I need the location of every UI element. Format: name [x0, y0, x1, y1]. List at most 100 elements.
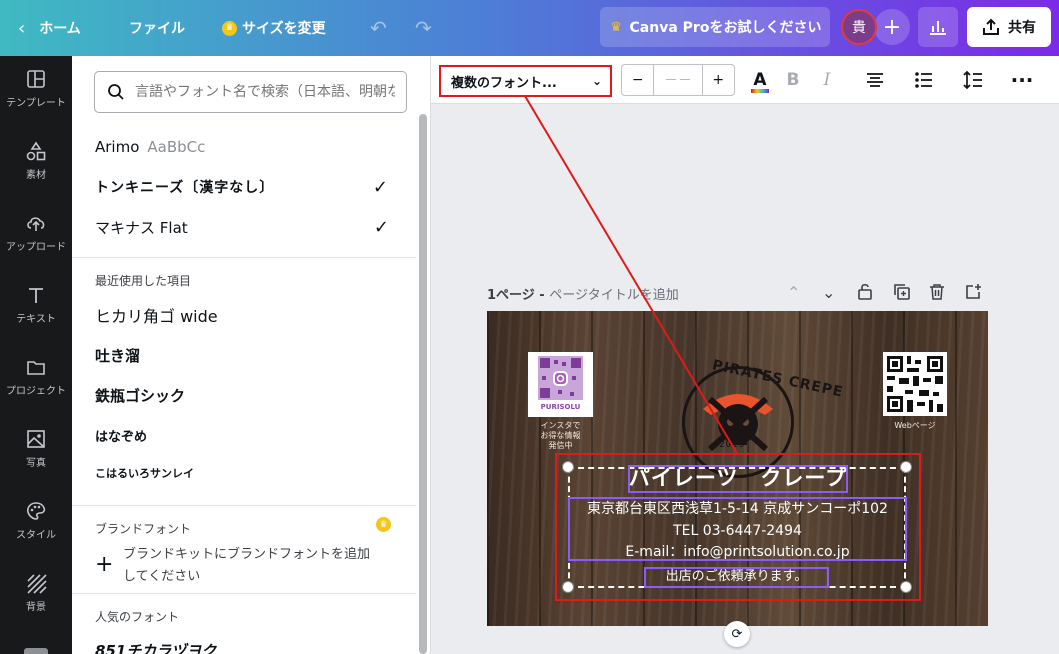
font-name: トンキニーズ〔漢字なし〕 [95, 180, 275, 196]
email-text[interactable]: E-mail：info@printsolution.co.jp [568, 542, 907, 562]
title-text[interactable]: パイレーツ クレープ [628, 465, 848, 491]
text-icon [29, 287, 43, 303]
side-rail: テンプレート 素材 アップロード テキスト プロジェクト 写真 スタイル 背景 [0, 56, 72, 654]
rail-label: 写真 [26, 457, 46, 469]
list-button[interactable] [908, 64, 940, 96]
divider [72, 257, 416, 258]
bold-button[interactable]: B [777, 64, 809, 96]
undo-button[interactable]: ↶ [370, 0, 387, 56]
rail-label: 素材 [26, 169, 46, 181]
rail-item-background[interactable]: 背景 [0, 560, 72, 624]
font-item-tonkinese[interactable]: トンキニーズ〔漢字なし〕 ✓ [95, 173, 395, 201]
spacing-button[interactable] [957, 64, 989, 96]
resize-handle-top-left[interactable] [562, 461, 574, 473]
move-page-down-button[interactable]: ⌄ [822, 283, 835, 302]
insights-button[interactable] [918, 7, 958, 47]
crown-icon: ♛ [222, 20, 237, 36]
lock-page-button[interactable] [857, 283, 873, 304]
user-avatar[interactable]: 貴 [841, 9, 877, 45]
website-qr-code[interactable] [883, 352, 947, 416]
font-name: マキナス Flat [95, 218, 188, 237]
panel-divider [430, 56, 431, 654]
font-item-recent[interactable]: はなぞめ [95, 421, 395, 449]
font-item-recent[interactable]: 鉄瓶ゴシック [95, 381, 395, 409]
add-page-icon [966, 284, 981, 299]
trash-icon [930, 284, 944, 300]
duplicate-page-button[interactable] [893, 283, 910, 304]
text-color-button[interactable]: A [744, 64, 776, 96]
align-center-button[interactable] [859, 64, 891, 96]
elements-icon [26, 141, 46, 160]
delete-page-button[interactable] [929, 283, 945, 304]
text-color-icon: A [751, 70, 770, 93]
divider [72, 593, 416, 594]
rail-item-templates[interactable]: テンプレート [0, 56, 72, 120]
notice-text[interactable]: 出店のご依頼承ります。 [644, 567, 829, 586]
share-button[interactable]: 共有 [967, 7, 1051, 47]
caption-line: 発信中 [548, 441, 573, 450]
resize-label: サイズを変更 [242, 21, 326, 37]
folder-icon [27, 360, 45, 375]
font-size-input[interactable]: －－ [653, 65, 703, 95]
recent-fonts-title: 最近使用した項目 [95, 274, 192, 288]
font-search-box[interactable] [94, 71, 407, 113]
line-spacing-icon [963, 71, 982, 89]
font-item-recent[interactable]: こはるいろサンレイ [95, 459, 395, 487]
home-button[interactable]: ‹ ホーム [18, 0, 81, 56]
font-item-recent[interactable]: 吐き溜 [95, 341, 395, 369]
redo-button[interactable]: ↷ [415, 0, 432, 56]
rotate-handle[interactable]: ⟳ [724, 621, 750, 647]
file-menu-button[interactable]: ファイル [129, 0, 185, 56]
checkmark-icon: ✓ [373, 216, 389, 238]
add-brand-font-button[interactable]: + ブランドキットにブランドフォントを追加してください [95, 542, 395, 588]
panel-scrollbar[interactable] [416, 56, 430, 654]
increase-font-size-button[interactable]: + [703, 65, 734, 95]
checkmark-icon: ✓ [372, 176, 389, 198]
rail-item-elements[interactable]: 素材 [0, 128, 72, 192]
rail-more-icon[interactable] [24, 648, 48, 654]
font-family-value: 複数のフォント... [451, 75, 557, 91]
align-center-icon [867, 73, 883, 87]
scrollbar-thumb[interactable] [419, 114, 427, 654]
qr-code-icon [887, 356, 943, 412]
search-icon [108, 84, 124, 100]
website-qr-caption: Webページ [894, 421, 936, 430]
rail-item-projects[interactable]: プロジェクト [0, 344, 72, 408]
palette-icon [27, 501, 46, 520]
resize-handle-top-right[interactable] [900, 461, 912, 473]
rail-label: 背景 [26, 601, 46, 613]
plus-icon: + [95, 552, 114, 577]
resize-handle-bottom-left[interactable] [562, 581, 574, 593]
address-text[interactable]: 東京都台東区西浅草1-5-14 京成サンコーポ102 [568, 499, 907, 519]
rail-label: スタイル [16, 529, 56, 541]
font-item-popular[interactable]: 851チカラヅヨク [95, 636, 395, 654]
background-icon [27, 573, 47, 594]
try-pro-button[interactable]: ♛ Canva Proをお試しください [600, 7, 830, 47]
qr-code-icon [538, 356, 583, 400]
page-title-input[interactable]: ページタイトルを追加 [549, 288, 678, 303]
font-family-dropdown[interactable]: 複数のフォント... ⌄ [439, 65, 612, 97]
add-collaborator-button[interactable]: + [874, 9, 910, 45]
rail-item-uploads[interactable]: アップロード [0, 200, 72, 264]
font-search-input[interactable] [135, 84, 395, 100]
font-item-arimo[interactable]: Arimo AaBbCc [95, 133, 395, 161]
font-item-makinas-flat[interactable]: マキナス Flat ✓ [95, 213, 395, 241]
design-page[interactable]: PURISOLU インスタで お得な情報 発信中 PIRATES CREPE 2… [487, 311, 988, 626]
resize-handle-bottom-right[interactable] [900, 581, 912, 593]
resize-button[interactable]: ♛ サイズを変更 [222, 0, 326, 56]
rail-item-styles[interactable]: スタイル [0, 488, 72, 552]
rail-item-photos[interactable]: 写真 [0, 416, 72, 480]
font-panel: Arimo AaBbCc トンキニーズ〔漢字なし〕 ✓ マキナス Flat ✓ … [72, 56, 416, 654]
move-page-up-button[interactable]: ⌃ [787, 283, 800, 302]
rail-label: テキスト [16, 313, 56, 325]
add-page-button[interactable] [965, 283, 982, 304]
page-label: 1ページ - ページタイトルを追加 [487, 284, 679, 303]
rail-item-text[interactable]: テキスト [0, 272, 72, 336]
decrease-font-size-button[interactable]: − [622, 65, 653, 95]
tel-text[interactable]: TEL 03-6447-2494 [568, 521, 907, 541]
more-options-button[interactable]: ··· [1006, 64, 1038, 96]
instagram-qr-code[interactable]: PURISOLU [528, 352, 593, 417]
font-item-recent[interactable]: ヒカリ角ゴ wide [95, 301, 395, 329]
italic-button[interactable]: I [811, 64, 843, 96]
share-label: 共有 [1008, 20, 1036, 36]
